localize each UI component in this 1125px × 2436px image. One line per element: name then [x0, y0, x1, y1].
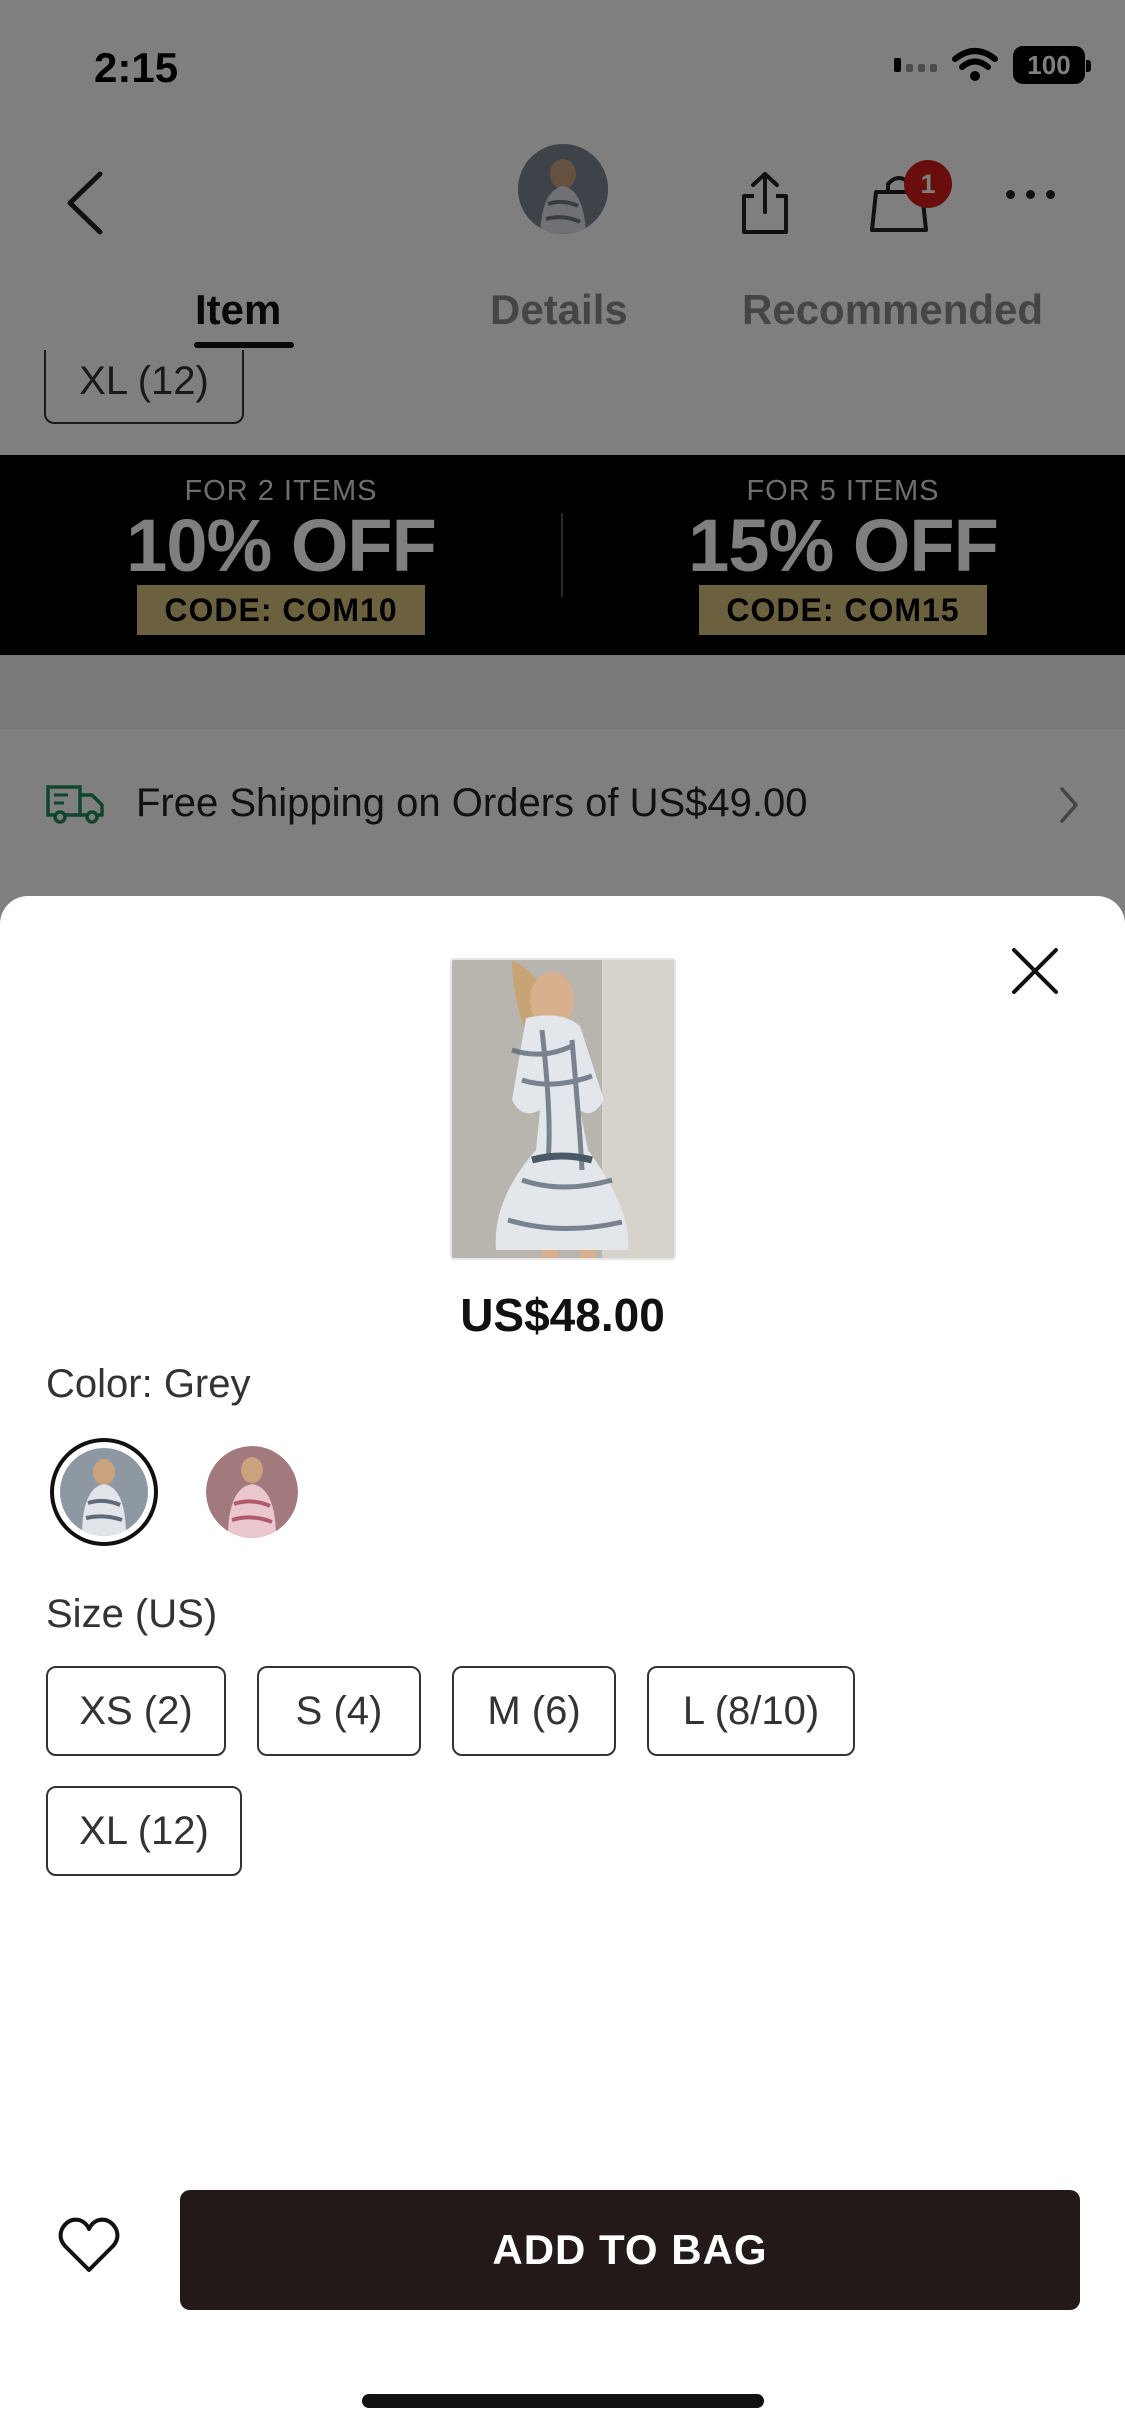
size-label: Size (US): [46, 1592, 218, 1636]
size-option-xl[interactable]: XL (12): [46, 1786, 242, 1876]
size-option-xs[interactable]: XS (2): [46, 1666, 226, 1756]
product-image[interactable]: [450, 958, 676, 1260]
size-option-l[interactable]: L (8/10): [647, 1666, 855, 1756]
size-option-s[interactable]: S (4): [257, 1666, 421, 1756]
color-label: Color: Grey: [46, 1362, 251, 1406]
heart-icon[interactable]: [56, 2214, 122, 2276]
close-icon[interactable]: [1008, 944, 1062, 998]
color-swatch-pink[interactable]: [206, 1446, 298, 1538]
size-selection-sheet: US$48.00 Color: Grey Size (US) XS (2) S …: [0, 896, 1125, 2436]
add-to-bag-button[interactable]: ADD TO BAG: [180, 2190, 1080, 2310]
product-price: US$48.00: [460, 1289, 665, 1341]
size-option-m[interactable]: M (6): [452, 1666, 616, 1756]
home-indicator[interactable]: [362, 2394, 764, 2408]
color-swatch-grey[interactable]: [50, 1438, 158, 1546]
